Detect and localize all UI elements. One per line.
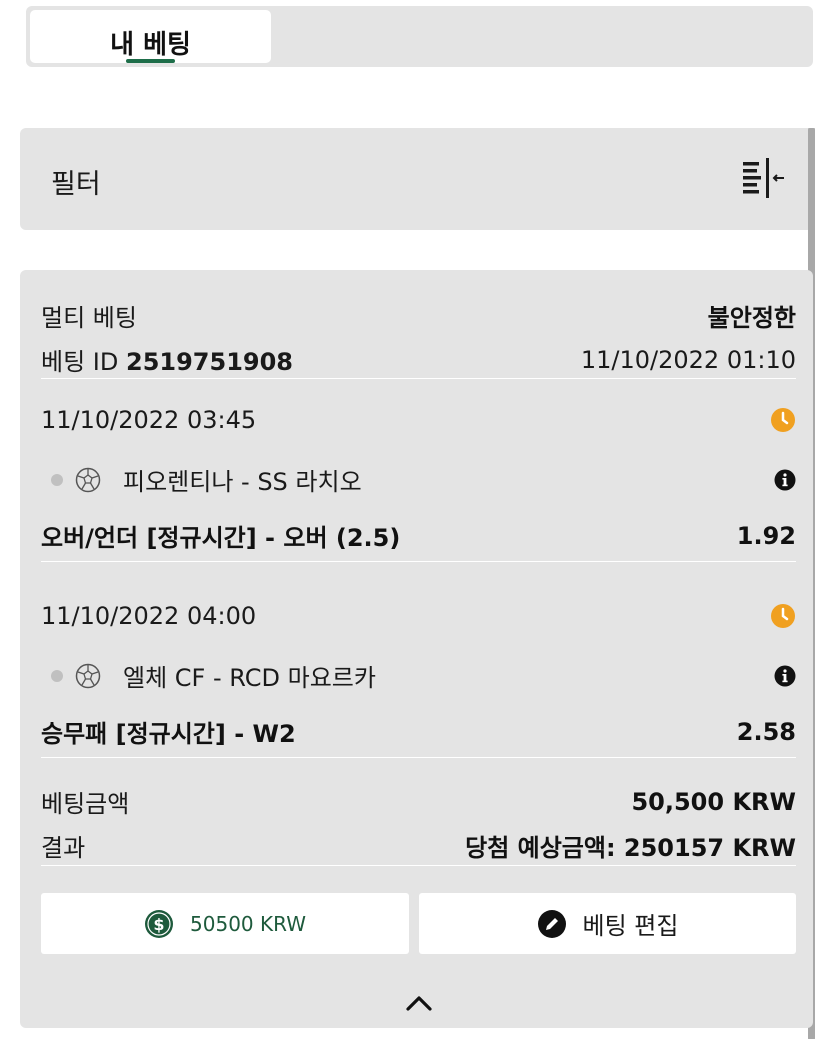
selection-event-row: 피오렌티나 - SS 라치오 [51, 462, 796, 497]
selection-event-name: 엘체 CF - RCD 마요르카 [123, 664, 376, 692]
status-dot [51, 473, 63, 486]
bet-header-row: 멀티 베팅 불안정한 [41, 298, 796, 333]
clock-icon [771, 604, 795, 628]
bet-id-value: 2519751908 [126, 348, 293, 376]
bet-id: 베팅 ID 2519751908 [41, 342, 293, 377]
selection-event-row: 엘체 CF - RCD 마요르카 [51, 658, 796, 693]
bet-type-label: 멀티 베팅 [41, 304, 137, 332]
selection-odds: 1.92 [736, 521, 796, 550]
bet-status: 불안정한 [707, 304, 796, 332]
svg-text:$: $ [153, 915, 164, 934]
potential-win: 당첨 예상금액: 250157 KRW [465, 834, 796, 862]
pencil-icon [537, 909, 566, 938]
selection-event-name: 피오렌티나 - SS 라치오 [123, 468, 362, 496]
selection-market: 승무패 [정규시간] - W2 [41, 720, 296, 748]
filter-bar[interactable]: 필터 [20, 128, 813, 230]
divider [41, 378, 796, 379]
stake-value: 50,500 KRW [631, 787, 796, 816]
bet-placed-time: 11/10/2022 01:10 [580, 345, 796, 374]
filter-label: 필터 [51, 169, 101, 200]
result-label: 결과 [41, 834, 86, 862]
divider [41, 561, 796, 562]
cashout-button[interactable]: $ 50500 KRW [41, 893, 409, 954]
divider [41, 757, 796, 758]
tab-my-bets-label: 내 베팅 [110, 30, 191, 60]
tab-active-indicator [126, 59, 175, 63]
selection-datetime: 11/10/2022 04:00 [41, 602, 257, 630]
selection-datetime: 11/10/2022 03:45 [41, 406, 257, 434]
dollar-coin-icon: $ [145, 909, 174, 938]
clock-icon [771, 408, 795, 432]
status-dot [51, 669, 63, 682]
filter-collapse-icon[interactable] [743, 158, 787, 198]
bet-card: 멀티 베팅 불안정한 베팅 ID 2519751908 11/10/2022 0… [20, 270, 813, 1028]
selection-datetime-row: 11/10/2022 03:45 [41, 406, 796, 434]
bet-tabs: 내 베팅 [26, 6, 813, 67]
edit-bet-button[interactable]: 베팅 편집 [419, 893, 796, 954]
cashout-amount: 50500 KRW [190, 911, 306, 936]
divider [41, 865, 796, 866]
tab-my-bets[interactable]: 내 베팅 [30, 10, 271, 63]
selection-market-row: 오버/언더 [정규시간] - 오버 (2.5) 1.92 [41, 518, 796, 553]
selection-odds: 2.58 [736, 717, 796, 746]
stake-row: 베팅금액 50,500 KRW [41, 784, 796, 819]
stake-label: 베팅금액 [41, 790, 130, 818]
bet-id-label: 베팅 ID [41, 348, 119, 376]
selection-datetime-row: 11/10/2022 04:00 [41, 602, 796, 630]
bet-id-row: 베팅 ID 2519751908 11/10/2022 01:10 [41, 342, 796, 377]
selection-market: 오버/언더 [정규시간] - 오버 (2.5) [41, 524, 401, 552]
info-icon[interactable] [774, 665, 796, 687]
info-icon[interactable] [774, 469, 796, 491]
result-row: 결과 당첨 예상금액: 250157 KRW [41, 828, 796, 863]
chevron-up-icon[interactable] [404, 992, 434, 1014]
selection-market-row: 승무패 [정규시간] - W2 2.58 [41, 714, 796, 749]
soccer-ball-icon [75, 467, 101, 492]
edit-bet-label: 베팅 편집 [582, 912, 679, 940]
soccer-ball-icon [75, 663, 101, 688]
